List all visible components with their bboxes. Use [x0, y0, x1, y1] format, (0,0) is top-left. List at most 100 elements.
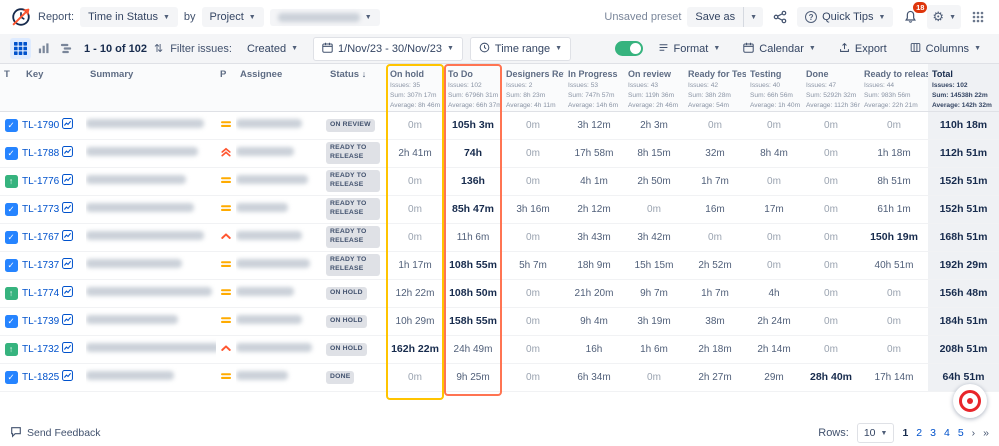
cell-ready-to-release: 17h 14m: [860, 363, 928, 391]
apps-grid-icon[interactable]: [967, 6, 989, 28]
column-header-ready-for-testing[interactable]: Ready for TestingIssues: 42Sum: 38h 28mA…: [684, 64, 746, 111]
column-header-summary[interactable]: Summary: [86, 64, 216, 111]
issue-chart-icon[interactable]: [62, 202, 73, 216]
column-header-on-hold[interactable]: On holdIssues: 35Sum: 307h 17mAverage: 8…: [386, 64, 444, 111]
group-by-dropdown[interactable]: Project▼: [202, 7, 264, 27]
chart-view-button[interactable]: [33, 38, 54, 59]
assignee-text-blurred: [236, 119, 302, 128]
column-header-designers-review[interactable]: Designers ReviewIssues: 2Sum: 8h 23mAver…: [502, 64, 564, 111]
settings-gear-dropdown[interactable]: ⚙▼: [927, 5, 961, 29]
page-5-button[interactable]: 5: [958, 427, 964, 439]
issue-key-link[interactable]: TL-1788: [22, 148, 59, 159]
issue-key-link[interactable]: TL-1774: [22, 288, 59, 299]
calendar-dropdown[interactable]: Calendar▼: [735, 38, 824, 60]
page-1-button[interactable]: 1: [902, 427, 908, 439]
issue-chart-icon[interactable]: [62, 258, 73, 272]
created-filter-dropdown[interactable]: Created▼: [239, 39, 306, 59]
cell-in-progress: 17h 58m: [564, 139, 624, 167]
column-header-t[interactable]: T: [0, 64, 22, 111]
issue-key-link[interactable]: TL-1767: [22, 232, 59, 243]
column-header-status[interactable]: Status ↓: [326, 64, 386, 111]
column-header-done[interactable]: DoneIssues: 47Sum: 5292h 32mAverage: 112…: [802, 64, 860, 111]
view-switcher: [10, 38, 77, 59]
cell-priority: [216, 167, 236, 195]
export-button[interactable]: Export: [831, 38, 895, 60]
issue-key-link[interactable]: TL-1825: [22, 372, 59, 383]
cell-in-progress: 21h 20m: [564, 279, 624, 307]
issue-type-improvement-icon: ↑: [5, 175, 18, 188]
column-sum-stat: Sum: 747h 57m: [568, 91, 624, 101]
cell-ready-to-release: 0m: [860, 279, 928, 307]
send-feedback-button[interactable]: Send Feedback: [10, 426, 101, 441]
cell-designers-review: 3h 16m: [502, 195, 564, 223]
page-3-button[interactable]: 3: [930, 427, 936, 439]
cell-assignee: [236, 167, 326, 195]
cell-ready-for-testing: 2h 18m: [684, 335, 746, 363]
issue-key-link[interactable]: TL-1737: [22, 260, 59, 271]
next-page-button[interactable]: ›: [972, 427, 976, 439]
column-header-total[interactable]: TotalIssues: 102Sum: 14538h 22mAverage: …: [928, 64, 999, 111]
status-badge: ON HOLD: [326, 315, 367, 328]
issue-chart-icon[interactable]: [62, 314, 73, 328]
cell-ready-for-testing: 2h 52m: [684, 251, 746, 279]
columns-dropdown[interactable]: Columns▼: [902, 38, 989, 60]
issue-chart-icon[interactable]: [62, 174, 73, 188]
issue-chart-icon[interactable]: [62, 370, 73, 384]
project-selector-dropdown[interactable]: ▼: [270, 9, 380, 26]
rows-per-page-dropdown[interactable]: 10▼: [857, 423, 895, 443]
issue-type-task-icon: ✓: [5, 119, 18, 132]
issue-key-link[interactable]: TL-1773: [22, 204, 59, 215]
format-dropdown[interactable]: Format▼: [650, 38, 729, 60]
column-sum-stat: Sum: 66h 56m: [750, 91, 802, 101]
page-4-button[interactable]: 4: [944, 427, 950, 439]
cell-testing: 29m: [746, 363, 802, 391]
column-header-key[interactable]: Key: [22, 64, 86, 111]
footer: Send Feedback Rows: 10▼ 12345›»: [0, 420, 999, 446]
issue-chart-icon[interactable]: [62, 146, 73, 160]
column-header-testing[interactable]: TestingIssues: 40Sum: 66h 56mAverage: 1h…: [746, 64, 802, 111]
column-header-assignee[interactable]: Assignee: [236, 64, 326, 111]
issue-row: ↑TL-1776 READY TO RELEASE0m136h0m4h 1m2h…: [0, 167, 999, 195]
cell-summary: [86, 279, 216, 307]
last-page-button[interactable]: »: [983, 427, 989, 439]
save-as-split-button: Save as ▼: [687, 7, 763, 27]
notifications-bell-icon[interactable]: 18: [899, 6, 921, 28]
page-2-button[interactable]: 2: [916, 427, 922, 439]
chevron-down-icon: ▼: [163, 14, 170, 21]
refresh-icon[interactable]: ⇅: [154, 42, 163, 55]
column-header-on-review[interactable]: On reviewIssues: 43Sum: 119h 36mAverage:…: [624, 64, 684, 111]
issue-key-link[interactable]: TL-1739: [22, 316, 59, 327]
issue-key-link[interactable]: TL-1732: [22, 344, 59, 355]
summary-text-blurred: [86, 315, 178, 324]
toggle-switch[interactable]: [615, 41, 643, 56]
export-icon: [839, 42, 850, 56]
column-sum-stat: Sum: 38h 28m: [688, 91, 746, 101]
issue-chart-icon[interactable]: [62, 342, 73, 356]
assignee-text-blurred: [236, 315, 302, 324]
issue-chart-icon[interactable]: [62, 118, 73, 132]
issue-key-link[interactable]: TL-1776: [22, 176, 59, 187]
cell-on-review: 8h 15m: [624, 139, 684, 167]
summary-text-blurred: [86, 259, 182, 268]
save-as-menu-button[interactable]: ▼: [743, 7, 763, 27]
cell-to-do: 158h 55m: [444, 307, 502, 335]
issue-key-link[interactable]: TL-1790: [22, 120, 59, 131]
column-header-p[interactable]: P: [216, 64, 236, 111]
column-header-to-do[interactable]: To DoIssues: 102Sum: 6796h 31mAverage: 6…: [444, 64, 502, 111]
column-header-in-progress[interactable]: In ProgressIssues: 53Sum: 747h 57mAverag…: [564, 64, 624, 111]
table-view-button[interactable]: [10, 38, 31, 59]
timeline-view-button[interactable]: [56, 38, 77, 59]
issue-chart-icon[interactable]: [62, 286, 73, 300]
column-header-ready-to-release[interactable]: Ready to releaseIssues: 44Sum: 983h 56mA…: [860, 64, 928, 111]
status-badge: ON REVIEW: [326, 119, 375, 132]
quick-tips-dropdown[interactable]: ?Quick Tips▼: [797, 7, 893, 27]
report-type-dropdown[interactable]: Time in Status▼: [80, 7, 178, 27]
target-logo-button[interactable]: [953, 384, 987, 418]
date-range-picker[interactable]: 1/Nov/23 - 30/Nov/23▼: [313, 37, 463, 61]
cell-designers-review: 0m: [502, 139, 564, 167]
share-icon[interactable]: [769, 6, 791, 28]
issue-chart-icon[interactable]: [62, 230, 73, 244]
priority-medium-icon: [220, 318, 232, 329]
time-range-dropdown[interactable]: Time range▼: [470, 37, 571, 61]
save-as-button[interactable]: Save as: [687, 7, 743, 27]
